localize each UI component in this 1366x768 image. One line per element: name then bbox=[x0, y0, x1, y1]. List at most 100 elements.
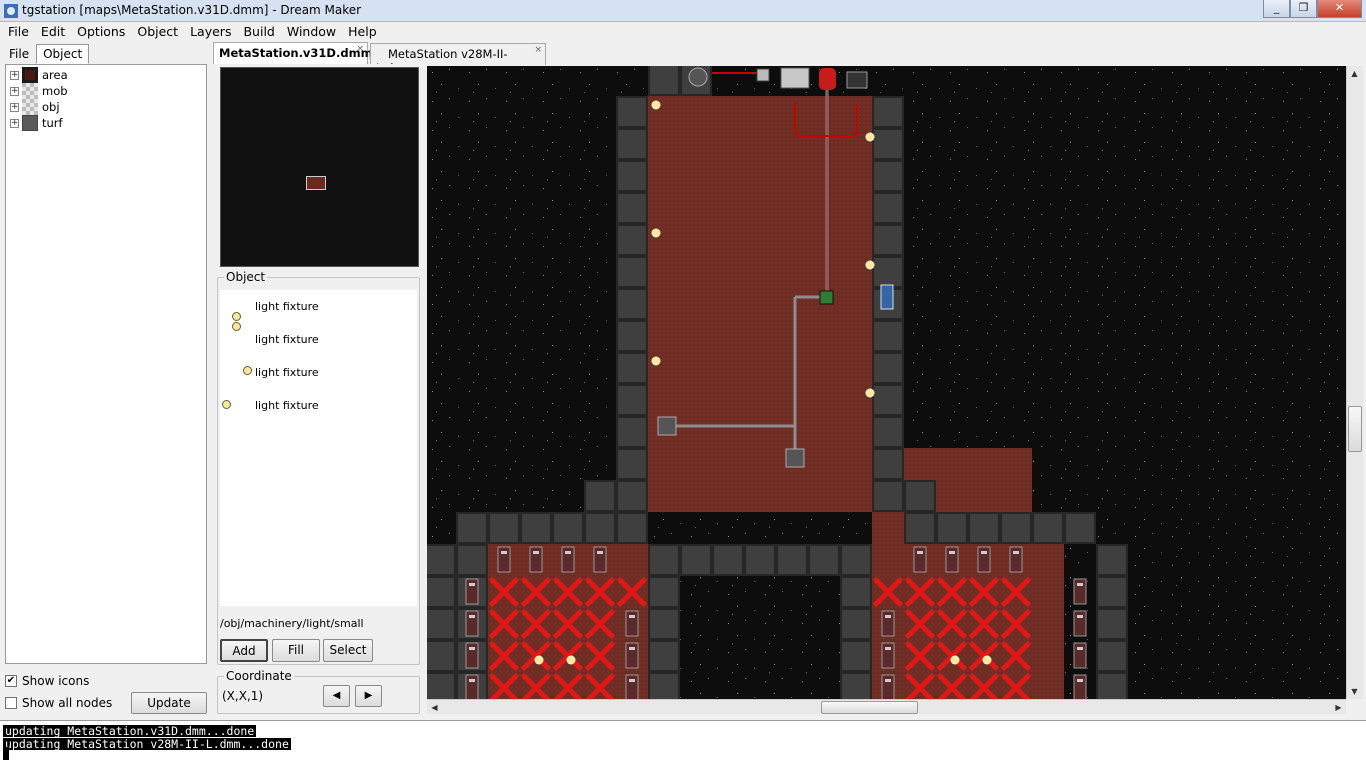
map-horizontal-scrollbar[interactable]: ◀ ▶ bbox=[427, 699, 1346, 714]
light-fixture-icon bbox=[566, 655, 576, 665]
locker-body bbox=[881, 674, 895, 699]
scroll-left-arrow[interactable]: ◀ bbox=[427, 700, 442, 715]
tree-node-turf[interactable]: + turf bbox=[10, 115, 63, 131]
show-all-nodes-checkbox[interactable] bbox=[5, 697, 17, 709]
light-fixture-icon bbox=[232, 312, 241, 321]
locker-vent bbox=[949, 551, 955, 554]
menu-edit[interactable]: Edit bbox=[35, 22, 71, 42]
menu-layers[interactable]: Layers bbox=[184, 22, 237, 42]
locker bbox=[1073, 578, 1087, 605]
maximize-button[interactable]: ❐ bbox=[1290, 0, 1317, 18]
wall-tile bbox=[968, 512, 1000, 544]
wall-tile bbox=[872, 160, 904, 192]
locker bbox=[625, 642, 639, 669]
wall-tile bbox=[648, 608, 680, 640]
list-item[interactable]: light fixture bbox=[220, 391, 417, 421]
select-button[interactable]: Select bbox=[323, 639, 373, 662]
computer-machine bbox=[846, 71, 868, 89]
minimap[interactable] bbox=[220, 67, 419, 267]
locker-vent bbox=[533, 551, 539, 554]
wall-tile bbox=[427, 544, 456, 576]
console-cursor bbox=[3, 747, 9, 760]
light-fixture-icon bbox=[865, 132, 875, 142]
locker bbox=[881, 674, 895, 699]
show-icons-label: Show icons bbox=[22, 674, 90, 688]
menu-object[interactable]: Object bbox=[131, 22, 184, 42]
list-item[interactable]: light fixture bbox=[220, 325, 417, 355]
expand-icon[interactable]: + bbox=[10, 102, 19, 112]
locker-body bbox=[465, 642, 479, 669]
tree-node-obj[interactable]: + obj bbox=[10, 99, 60, 115]
wall-tile bbox=[427, 672, 456, 699]
show-all-nodes-label: Show all nodes bbox=[22, 696, 113, 710]
console-line: updating MetaStation v28M-II-L.dmm...don… bbox=[3, 737, 291, 751]
coordinate-next-button[interactable]: ▶ bbox=[355, 685, 382, 707]
locker-vent bbox=[469, 647, 475, 650]
tab-close-icon[interactable]: × bbox=[534, 45, 542, 55]
tab-metastation-v28m[interactable]: MetaStation v28M-II-L.dmm × bbox=[370, 43, 546, 75]
fill-button[interactable]: Fill bbox=[272, 639, 320, 662]
wall-tile bbox=[1096, 672, 1128, 699]
expand-icon[interactable]: + bbox=[10, 70, 19, 80]
locker bbox=[465, 642, 479, 669]
show-icons-checkbox-row[interactable]: ✔ Show icons bbox=[5, 674, 89, 688]
update-button[interactable]: Update bbox=[131, 692, 207, 714]
expand-icon[interactable]: + bbox=[10, 86, 19, 96]
map-vertical-scrollbar[interactable]: ▲ ▼ bbox=[1346, 66, 1363, 699]
output-console[interactable]: updating MetaStation.v31D.dmm...done upd… bbox=[0, 720, 1366, 768]
list-item[interactable]: light fixture bbox=[220, 292, 417, 331]
minimize-button[interactable]: _ bbox=[1263, 0, 1290, 18]
tab-metastation-v31d[interactable]: MetaStation.v31D.dmm × bbox=[213, 42, 373, 64]
vent-machine bbox=[657, 416, 677, 436]
locker bbox=[593, 546, 607, 573]
horizontal-scroll-thumb[interactable] bbox=[821, 701, 918, 714]
close-button[interactable]: ✕ bbox=[1317, 0, 1362, 18]
wall-tile bbox=[456, 544, 488, 576]
locker-body bbox=[913, 546, 927, 573]
tab-close-icon[interactable]: × bbox=[356, 44, 364, 54]
menu-build[interactable]: Build bbox=[237, 22, 280, 42]
wall-tile bbox=[648, 672, 680, 699]
wall-tile bbox=[616, 320, 648, 352]
locker-vent bbox=[565, 551, 571, 554]
add-button[interactable]: Add bbox=[220, 639, 268, 662]
expand-icon[interactable]: + bbox=[10, 118, 19, 128]
wall-tile bbox=[1096, 640, 1128, 672]
menu-options[interactable]: Options bbox=[71, 22, 131, 42]
map-viewport[interactable] bbox=[427, 66, 1346, 699]
locker-body bbox=[465, 578, 479, 605]
locker-vent bbox=[469, 615, 475, 618]
object-label: light fixture bbox=[255, 366, 319, 379]
wall-tile bbox=[872, 448, 904, 480]
locker-body bbox=[497, 546, 511, 573]
map-canvas[interactable] bbox=[427, 66, 1346, 699]
tab-file[interactable]: File bbox=[2, 44, 36, 64]
meter-machine bbox=[756, 68, 770, 82]
menu-window[interactable]: Window bbox=[281, 22, 342, 42]
locker bbox=[465, 578, 479, 605]
light-fixture-icon bbox=[243, 366, 252, 375]
scroll-up-arrow[interactable]: ▲ bbox=[1347, 66, 1362, 81]
wall-tile bbox=[1096, 608, 1128, 640]
locker-vent bbox=[1077, 615, 1083, 618]
area-icon bbox=[22, 67, 38, 83]
locker-vent bbox=[885, 679, 891, 682]
scroll-down-arrow[interactable]: ▼ bbox=[1347, 684, 1362, 699]
vertical-scroll-thumb[interactable] bbox=[1348, 406, 1362, 452]
menu-help[interactable]: Help bbox=[342, 22, 383, 42]
tab-object[interactable]: Object bbox=[36, 44, 90, 64]
tree-node-area[interactable]: + area bbox=[10, 67, 68, 83]
wall-tile bbox=[616, 128, 648, 160]
wall-tile bbox=[648, 544, 680, 576]
show-icons-checkbox[interactable]: ✔ bbox=[5, 675, 17, 687]
tree-node-mob[interactable]: + mob bbox=[10, 83, 68, 99]
coordinate-prev-button[interactable]: ◀ bbox=[323, 685, 350, 707]
menu-file[interactable]: File bbox=[2, 22, 35, 42]
wall-tile bbox=[872, 352, 904, 384]
show-all-nodes-checkbox-row[interactable]: Show all nodes bbox=[5, 696, 112, 710]
wall-tile bbox=[648, 576, 680, 608]
wall-tile bbox=[616, 384, 648, 416]
locker-body bbox=[977, 546, 991, 573]
scroll-right-arrow[interactable]: ▶ bbox=[1331, 700, 1346, 715]
list-item[interactable]: light fixture bbox=[220, 358, 417, 388]
